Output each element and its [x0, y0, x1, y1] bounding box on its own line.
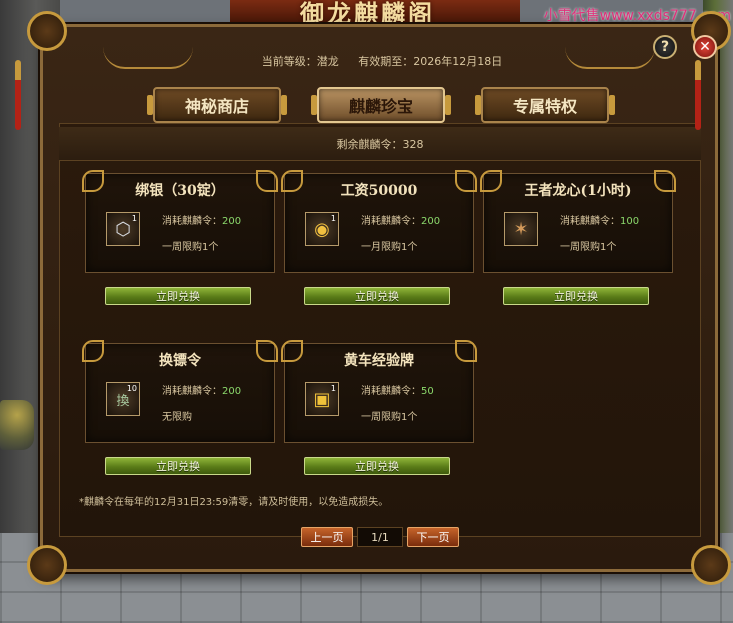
- tab-mystery-shop[interactable]: 神秘商店: [147, 87, 287, 123]
- item-name: 黄车经验牌: [344, 353, 414, 369]
- tassel-ornament: [695, 60, 701, 130]
- yellow-cart-exp-icon[interactable]: ▣ 1: [305, 382, 339, 416]
- current-level: 当前等级：潜龙: [261, 55, 339, 68]
- plant-pot: [0, 400, 34, 450]
- pagination: 上一页 1/1 下一页: [301, 527, 461, 551]
- exchange-button[interactable]: 立即兑换: [503, 287, 649, 305]
- item-cost: 消耗麒麟令：100: [560, 216, 640, 227]
- main-panel: ? ✕ 当前等级：潜龙 有效期至：2026年12月18日 神秘商店 麒麟珍宝 专…: [27, 11, 731, 585]
- dragon-heart-icon[interactable]: ✶: [504, 212, 538, 246]
- silver-ingot-icon[interactable]: ⬡ 1: [106, 212, 140, 246]
- escort-token-icon[interactable]: 換 10: [106, 382, 140, 416]
- tassel-ornament: [15, 60, 21, 130]
- item-limit: 一月限购1个: [361, 242, 418, 253]
- item-card: 王者龙心(1小时) ✶ 消耗麒麟令：100 一周限购1个: [480, 170, 676, 273]
- item-card: 黄车经验牌 ▣ 1 消耗麒麟令：50 一周限购1个: [281, 340, 477, 443]
- item-count: 1: [330, 384, 336, 393]
- item-name: 王者龙心(1小时): [524, 183, 632, 199]
- tab-bar: 神秘商店 麒麟珍宝 专属特权: [147, 87, 615, 125]
- item-name: 绑银（30锭）: [135, 183, 225, 199]
- item-limit: 一周限购1个: [361, 412, 418, 423]
- item-cost: 消耗麒麟令：200: [162, 386, 242, 397]
- item-cost: 消耗麒麟令：200: [361, 216, 441, 227]
- exchange-button[interactable]: 立即兑换: [105, 457, 251, 475]
- corner-ornament: [691, 545, 731, 585]
- item-cost: 消耗麒麟令：200: [162, 216, 242, 227]
- item-cost: 消耗麒麟令：50: [361, 386, 434, 397]
- item-limit: 无限购: [162, 412, 192, 423]
- corner-ornament: [27, 545, 67, 585]
- tab-exclusive-privilege[interactable]: 专属特权: [475, 87, 615, 123]
- item-card: 绑银（30锭） ⬡ 1 消耗麒麟令：200 一周限购1个: [82, 170, 278, 273]
- item-limit: 一周限购1个: [162, 242, 219, 253]
- exchange-button[interactable]: 立即兑换: [304, 287, 450, 305]
- item-count: 1: [330, 214, 336, 223]
- next-page-button[interactable]: 下一页: [407, 527, 459, 547]
- tab-qilin-treasure[interactable]: 麒麟珍宝: [311, 87, 451, 123]
- item-name: 工资50000: [340, 183, 418, 199]
- item-count: 1: [131, 214, 137, 223]
- prev-page-button[interactable]: 上一页: [301, 527, 353, 547]
- expire-date: 有效期至：2026年12月18日: [358, 55, 503, 68]
- item-card: 换镖令 換 10 消耗麒麟令：200 无限购: [82, 340, 278, 443]
- header-info: 当前等级：潜龙 有效期至：2026年12月18日: [43, 53, 721, 69]
- item-count: 10: [126, 384, 137, 393]
- reset-note: *麒麟令在每年的12月31日23:59清零，请及时使用，以免造成损失。: [79, 497, 389, 508]
- item-name: 换镖令: [159, 353, 201, 369]
- corner-ornament: [27, 11, 67, 51]
- remaining-tokens: 剩余麒麟令：328: [59, 127, 701, 161]
- item-card: 工资50000 ◉ 1 消耗麒麟令：200 一月限购1个: [281, 170, 477, 273]
- gold-coins-icon[interactable]: ◉ 1: [305, 212, 339, 246]
- exchange-button[interactable]: 立即兑换: [105, 287, 251, 305]
- remaining-tokens-label: 剩余麒麟令：328: [336, 137, 424, 151]
- page-indicator: 1/1: [357, 527, 403, 547]
- item-limit: 一周限购1个: [560, 242, 617, 253]
- exchange-button[interactable]: 立即兑换: [304, 457, 450, 475]
